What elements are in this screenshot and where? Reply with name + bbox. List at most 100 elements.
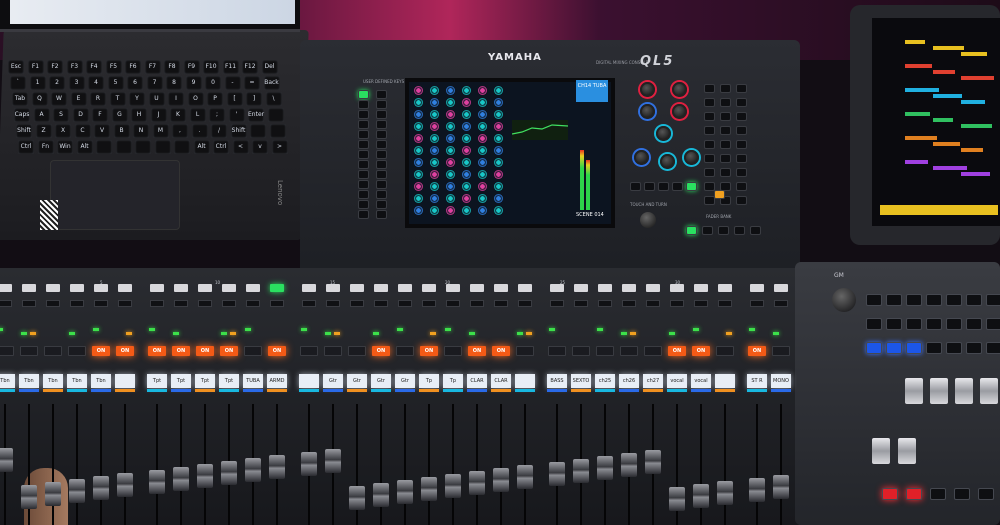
controller-button[interactable] <box>986 294 1000 306</box>
laptop-key[interactable]: C <box>74 124 91 138</box>
channel-fader[interactable] <box>93 476 109 500</box>
channel-fader[interactable] <box>517 465 533 489</box>
function-button[interactable] <box>704 126 715 135</box>
cue-button[interactable] <box>270 300 284 307</box>
screen-knob[interactable] <box>446 98 455 107</box>
sel-button[interactable] <box>646 284 660 292</box>
fader-bank-button[interactable] <box>734 226 745 235</box>
screen-knob[interactable] <box>446 86 455 95</box>
laptop-key[interactable] <box>115 140 132 154</box>
channel-fader[interactable] <box>493 468 509 492</box>
channel-fader[interactable] <box>621 453 637 477</box>
screen-knob[interactable] <box>414 86 423 95</box>
sel-button[interactable] <box>422 284 436 292</box>
screen-knob[interactable] <box>430 122 439 131</box>
on-button[interactable] <box>348 346 366 356</box>
screen-knob[interactable] <box>494 158 503 167</box>
laptop-key[interactable]: 1 <box>29 76 46 90</box>
laptop-key[interactable]: Del <box>261 60 278 74</box>
screen-knob[interactable] <box>446 182 455 191</box>
cue-button[interactable] <box>150 300 164 307</box>
controller-button[interactable] <box>966 294 982 306</box>
section-button[interactable] <box>376 120 387 129</box>
sel-button[interactable] <box>574 284 588 292</box>
channel-fader[interactable] <box>117 473 133 497</box>
laptop-key[interactable]: 5 <box>107 76 124 90</box>
function-button[interactable] <box>720 140 731 149</box>
sel-button[interactable] <box>222 284 236 292</box>
sel-button[interactable] <box>718 284 732 292</box>
section-button[interactable] <box>358 120 369 129</box>
laptop-key[interactable]: F11 <box>222 60 239 74</box>
channel-fader[interactable] <box>397 480 413 504</box>
laptop-key[interactable] <box>154 140 171 154</box>
channel-fader[interactable] <box>749 478 765 502</box>
cue-button[interactable] <box>374 300 388 307</box>
sel-button[interactable] <box>350 284 364 292</box>
screen-knob[interactable] <box>478 182 487 191</box>
section-button[interactable] <box>358 190 369 199</box>
sel-button[interactable] <box>694 284 708 292</box>
screen-knob[interactable] <box>462 170 471 179</box>
screen-knob[interactable] <box>462 98 471 107</box>
screen-knob[interactable] <box>414 146 423 155</box>
cue-button[interactable] <box>174 300 188 307</box>
on-button[interactable]: ON <box>148 346 166 356</box>
function-button[interactable] <box>736 112 747 121</box>
laptop-key[interactable]: F5 <box>105 60 122 74</box>
section-button[interactable] <box>358 200 369 209</box>
controller-fader[interactable] <box>980 378 998 404</box>
controller-fader[interactable] <box>872 438 890 464</box>
on-button[interactable]: ON <box>468 346 486 356</box>
selected-channel-knob[interactable] <box>672 104 687 119</box>
sel-button[interactable] <box>398 284 412 292</box>
selected-channel-knob[interactable] <box>684 150 699 165</box>
sel-button[interactable] <box>302 284 316 292</box>
screen-knob[interactable] <box>462 146 471 155</box>
function-button[interactable] <box>720 112 731 121</box>
channel-fader[interactable] <box>573 459 589 483</box>
sel-button[interactable] <box>446 284 460 292</box>
cue-button[interactable] <box>422 300 436 307</box>
laptop-key[interactable]: H <box>131 108 147 122</box>
on-button[interactable]: ON <box>116 346 134 356</box>
function-button[interactable] <box>736 84 747 93</box>
laptop-key[interactable] <box>269 124 286 138</box>
selected-channel-knob[interactable] <box>640 104 655 119</box>
controller-fader[interactable] <box>898 438 916 464</box>
laptop-key[interactable] <box>250 124 266 138</box>
function-button[interactable] <box>704 84 715 93</box>
sel-button[interactable] <box>94 284 108 292</box>
laptop-key[interactable] <box>267 108 284 122</box>
function-button[interactable] <box>704 98 715 107</box>
laptop-key[interactable]: X <box>55 124 71 138</box>
screen-knob[interactable] <box>430 182 439 191</box>
laptop-key[interactable]: Tab <box>12 92 28 106</box>
screen-knob[interactable] <box>494 170 503 179</box>
cue-button[interactable] <box>598 300 612 307</box>
controller-button[interactable] <box>966 318 982 330</box>
screen-knob[interactable] <box>462 134 471 143</box>
laptop-key[interactable]: Enter <box>248 108 264 122</box>
on-button[interactable]: ON <box>220 346 238 356</box>
cue-button[interactable] <box>198 300 212 307</box>
cue-button[interactable] <box>22 300 36 307</box>
laptop-key[interactable]: Ctrl <box>18 140 34 154</box>
flash-button[interactable] <box>954 488 970 500</box>
channel-fader[interactable] <box>645 450 661 474</box>
screen-knob[interactable] <box>462 194 471 203</box>
selected-channel-knob[interactable] <box>656 126 671 141</box>
laptop-key[interactable]: Ctrl <box>213 140 229 154</box>
laptop-key[interactable]: 0 <box>205 76 221 90</box>
channel-fader[interactable] <box>717 481 733 505</box>
laptop-screen[interactable] <box>10 0 295 24</box>
screen-knob[interactable] <box>414 134 423 143</box>
screen-knob[interactable] <box>494 98 503 107</box>
function-button[interactable] <box>720 84 731 93</box>
on-button[interactable] <box>620 346 638 356</box>
on-button[interactable] <box>300 346 318 356</box>
on-button[interactable] <box>20 346 38 356</box>
screen-knob[interactable] <box>494 86 503 95</box>
laptop-key[interactable]: < <box>232 140 249 154</box>
on-button[interactable] <box>644 346 662 356</box>
